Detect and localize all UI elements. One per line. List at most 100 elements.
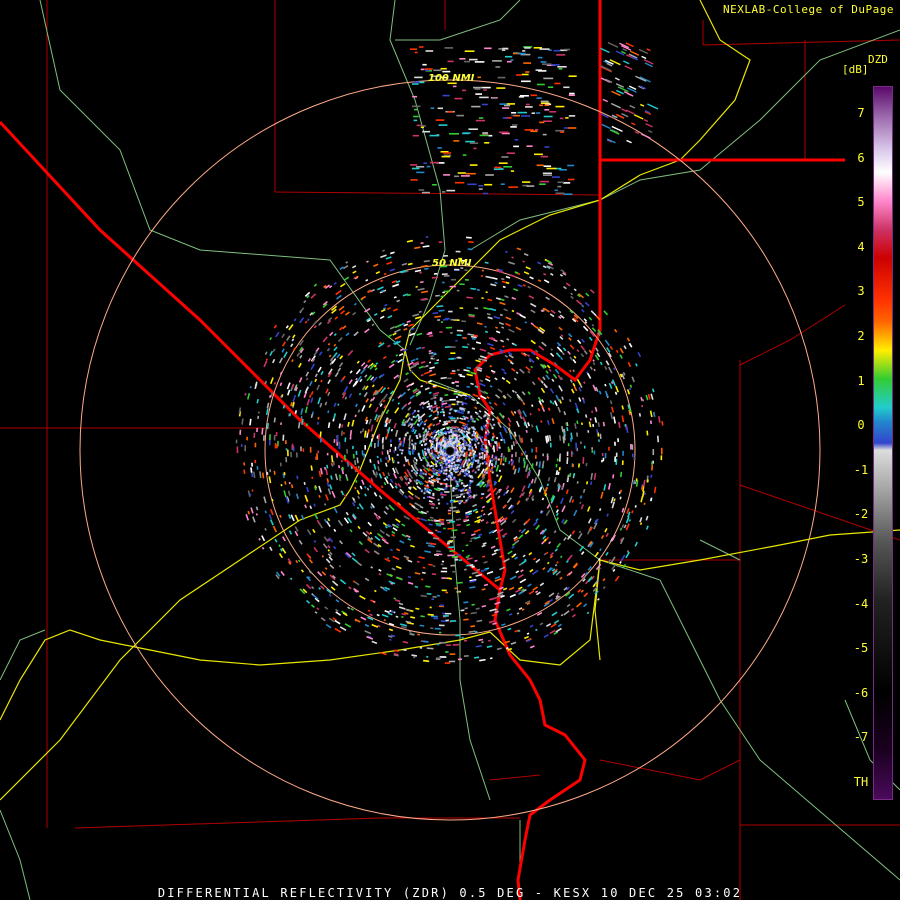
radar-return bbox=[510, 487, 515, 494]
radar-return bbox=[570, 608, 575, 612]
radar-return bbox=[481, 641, 484, 644]
radar-return bbox=[455, 484, 460, 488]
radar-return bbox=[434, 400, 437, 403]
radar-return bbox=[424, 448, 427, 450]
radar-return bbox=[596, 429, 599, 434]
radar-return bbox=[454, 420, 457, 423]
radar-return bbox=[283, 490, 287, 498]
radar-return bbox=[384, 609, 390, 614]
radar-return bbox=[488, 639, 491, 642]
radar-return bbox=[461, 403, 464, 406]
radar-return bbox=[525, 103, 530, 106]
radar-return bbox=[513, 114, 520, 117]
radar-return bbox=[440, 451, 443, 453]
radar-return bbox=[336, 453, 338, 458]
radar-return bbox=[450, 484, 453, 487]
radar-return bbox=[491, 552, 497, 556]
radar-return bbox=[554, 189, 558, 192]
legend-tick: 2 bbox=[857, 329, 865, 343]
radar-return bbox=[395, 518, 401, 523]
radar-return bbox=[384, 462, 388, 467]
radar-return bbox=[467, 411, 470, 414]
radar-return bbox=[522, 284, 526, 287]
radar-return bbox=[534, 153, 543, 156]
radar-return bbox=[394, 429, 399, 437]
radar-return bbox=[518, 534, 524, 540]
radar-return bbox=[305, 371, 310, 377]
radar-return bbox=[406, 417, 411, 423]
radar-return bbox=[508, 422, 511, 427]
radar-return bbox=[432, 467, 435, 470]
radar-return bbox=[377, 466, 381, 472]
radar-return bbox=[497, 458, 500, 461]
radar-return bbox=[609, 59, 621, 66]
radar-return bbox=[536, 97, 542, 99]
radar-return bbox=[536, 83, 545, 86]
radar-return bbox=[613, 367, 616, 371]
radar-return bbox=[364, 486, 367, 489]
radar-return bbox=[546, 167, 557, 170]
radar-return bbox=[575, 299, 583, 306]
radar-return bbox=[530, 302, 537, 308]
radar-return bbox=[468, 576, 472, 579]
radar-return bbox=[278, 357, 284, 364]
radar-return bbox=[318, 495, 321, 498]
radar-return bbox=[271, 498, 274, 502]
radar-return bbox=[541, 63, 552, 65]
radar-return bbox=[531, 404, 534, 407]
radar-return bbox=[539, 582, 545, 587]
radar-return bbox=[356, 457, 359, 464]
radar-return bbox=[557, 181, 564, 184]
radar-return bbox=[540, 61, 547, 63]
radar-return bbox=[513, 145, 519, 148]
radar-return bbox=[619, 561, 622, 564]
radar-return bbox=[327, 422, 331, 428]
radar-return bbox=[435, 422, 441, 426]
radar-return bbox=[609, 412, 614, 420]
radar-return bbox=[467, 183, 477, 186]
radar-return bbox=[436, 478, 439, 481]
radar-return bbox=[569, 356, 574, 361]
radar-return bbox=[415, 285, 418, 288]
radar-return bbox=[485, 485, 488, 488]
radar-return bbox=[403, 464, 406, 467]
radar-return bbox=[427, 613, 434, 616]
radar-return bbox=[412, 415, 415, 418]
radar-return bbox=[397, 483, 402, 488]
radar-return bbox=[389, 548, 394, 552]
radar-return bbox=[443, 479, 446, 482]
radar-return bbox=[273, 324, 278, 329]
radar-return bbox=[420, 459, 423, 461]
radar-return bbox=[549, 313, 555, 318]
radar-return bbox=[544, 109, 550, 111]
radar-return bbox=[392, 527, 398, 532]
radar-return bbox=[576, 379, 582, 386]
radar-return bbox=[660, 455, 663, 461]
radar-return bbox=[339, 326, 344, 331]
radar-return bbox=[464, 269, 468, 272]
radar-return bbox=[586, 506, 591, 512]
radar-return bbox=[555, 509, 559, 514]
radar-return bbox=[434, 402, 437, 405]
radar-return bbox=[449, 468, 452, 471]
radar-return bbox=[352, 445, 354, 450]
radar-return bbox=[541, 497, 545, 501]
radar-return bbox=[243, 462, 246, 466]
radar-return bbox=[464, 441, 467, 443]
radar-return bbox=[274, 538, 278, 543]
radar-return bbox=[594, 417, 598, 423]
radar-return bbox=[457, 400, 460, 403]
radar-return bbox=[343, 432, 345, 435]
radar-return bbox=[485, 471, 488, 474]
radar-return bbox=[435, 506, 439, 510]
radar-return bbox=[454, 181, 465, 184]
radar-return bbox=[386, 386, 390, 390]
radar-return bbox=[429, 516, 434, 520]
radar-return bbox=[373, 463, 377, 470]
radar-return bbox=[559, 356, 564, 361]
radar-return bbox=[492, 277, 498, 280]
radar-return bbox=[566, 474, 570, 481]
radar-return bbox=[613, 416, 617, 424]
radar-return bbox=[407, 559, 413, 563]
radar-return bbox=[326, 482, 330, 487]
